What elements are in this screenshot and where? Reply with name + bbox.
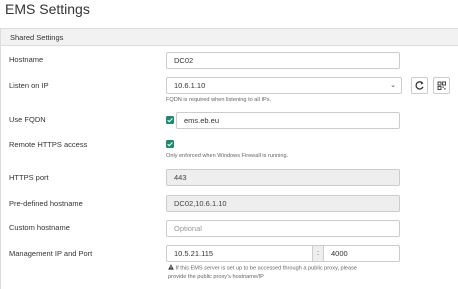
checkmark-icon bbox=[167, 118, 173, 123]
hostname-input[interactable]: DC02 bbox=[166, 52, 400, 69]
refresh-icon bbox=[415, 81, 424, 90]
listen-on-ip-help: FQDN is required when listening to all I… bbox=[166, 97, 272, 103]
https-port-label: HTTPS port bbox=[9, 173, 49, 182]
remote-https-help: Only enforced when Windows Firewall is r… bbox=[166, 153, 289, 159]
use-fqdn-label: Use FQDN bbox=[9, 115, 46, 124]
management-warning: If this EMS server is set up to be acces… bbox=[168, 264, 408, 281]
panel-header: Shared Settings bbox=[1, 29, 458, 46]
hostname-label: Hostname bbox=[9, 55, 44, 64]
predefined-hostname-input: DC02,10.6.1.10 bbox=[166, 195, 400, 212]
fqdn-input[interactable]: ems.eb.eu bbox=[176, 112, 400, 129]
management-label: Management IP and Port bbox=[9, 249, 93, 258]
qr-code-icon bbox=[437, 81, 446, 90]
qr-code-button[interactable] bbox=[433, 77, 450, 94]
listen-on-ip-value: 10.6.1.10 bbox=[174, 81, 206, 90]
remote-https-checkbox[interactable] bbox=[166, 140, 174, 148]
warning-line1: If this EMS server is set up to be acces… bbox=[175, 265, 358, 272]
chevron-down-icon: ⌄ bbox=[390, 82, 396, 89]
predefined-hostname-label: Pre-defined hostname bbox=[9, 199, 83, 208]
remote-https-label: Remote HTTPS access bbox=[9, 140, 88, 149]
warning-icon bbox=[168, 264, 174, 270]
management-ip-input[interactable]: 10.5.21.115 bbox=[166, 245, 313, 262]
refresh-button[interactable] bbox=[411, 77, 428, 94]
use-fqdn-checkbox[interactable] bbox=[166, 116, 174, 124]
management-port-input[interactable]: 4000 bbox=[323, 245, 400, 262]
https-port-input: 443 bbox=[166, 169, 400, 186]
listen-on-ip-label: Listen on IP bbox=[9, 81, 49, 90]
listen-on-ip-select[interactable]: 10.6.1.10 ⌄ bbox=[166, 77, 402, 94]
management-separator: : bbox=[313, 245, 323, 262]
page-title: EMS Settings bbox=[5, 1, 90, 17]
checkmark-icon bbox=[167, 142, 173, 147]
custom-hostname-label: Custom hostname bbox=[9, 223, 70, 232]
warning-line2: provide the public proxy's hostname/IP bbox=[168, 273, 264, 280]
custom-hostname-input[interactable]: Optional bbox=[166, 220, 400, 237]
